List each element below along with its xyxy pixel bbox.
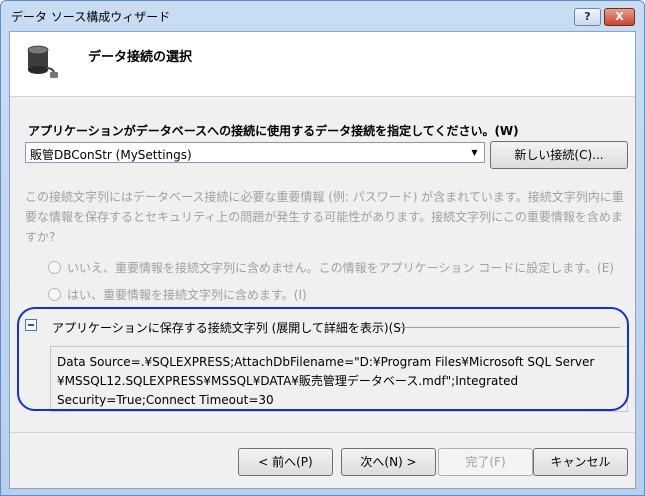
- connection-prompt: アプリケーションがデータベースへの接続に使用するデータ接続を指定してください。(…: [28, 124, 519, 138]
- help-button[interactable]: ?: [574, 8, 601, 26]
- window-title: データ ソース構成ウィザード: [11, 10, 171, 24]
- exclude-sensitive-option[interactable]: いいえ、重要情報を接続文字列に含めません。この情報をアプリケーション コードに設…: [48, 259, 614, 276]
- sensitive-info-warning: この接続文字列にはデータベース接続に必要な重要情報 (例: パスワード) が含ま…: [25, 190, 624, 244]
- dropdown-arrow-icon[interactable]: ▼: [466, 144, 483, 161]
- radio-button[interactable]: [48, 288, 61, 301]
- include-sensitive-label: はい、重要情報を接続文字列に含めます。(I): [67, 288, 307, 302]
- include-sensitive-option[interactable]: はい、重要情報を接続文字列に含めます。(I): [48, 286, 307, 303]
- new-connection-button[interactable]: 新しい接続(C)...: [490, 141, 628, 169]
- previous-button[interactable]: < 前へ(P): [238, 448, 333, 476]
- radio-button[interactable]: [48, 261, 61, 274]
- connection-select[interactable]: 販管DBConStr (MySettings) ▼: [25, 142, 485, 163]
- finish-button[interactable]: 完了(F): [438, 448, 533, 476]
- title-bar: データ ソース構成ウィザード ? X: [1, 1, 644, 29]
- connection-select-value: 販管DBConStr (MySettings): [30, 148, 192, 162]
- cancel-button[interactable]: キャンセル: [533, 448, 628, 476]
- footer-divider: [10, 432, 635, 433]
- next-button[interactable]: 次へ(N) >: [341, 448, 436, 476]
- wizard-body: データ接続の選択 アプリケーションがデータベースへの接続に使用するデータ接続を指…: [9, 31, 636, 489]
- database-plug-icon: [27, 45, 58, 78]
- wizard-header: データ接続の選択: [10, 32, 635, 97]
- wizard-window: データ ソース構成ウィザード ? X データ接続の選択 アプリケーションがデータ…: [0, 0, 645, 496]
- exclude-sensitive-label: いいえ、重要情報を接続文字列に含めません。この情報をアプリケーション コードに設…: [67, 261, 614, 275]
- close-button[interactable]: X: [604, 8, 635, 26]
- highlight-annotation: [17, 307, 629, 411]
- page-title: データ接続の選択: [88, 50, 193, 65]
